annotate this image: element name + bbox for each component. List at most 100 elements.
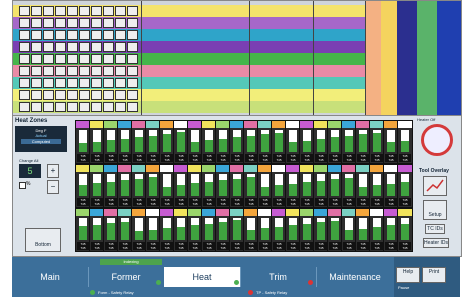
heater-cell[interactable] xyxy=(43,66,54,76)
heater-cell[interactable] xyxy=(103,90,114,100)
heater-cell[interactable] xyxy=(55,90,66,100)
tc-ids-button[interactable]: TC IDs xyxy=(425,224,445,234)
heater-cell[interactable] xyxy=(127,78,138,88)
heater-cell[interactable] xyxy=(127,42,138,52)
heater-cell[interactable] xyxy=(79,42,90,52)
heater-cell[interactable] xyxy=(19,30,30,40)
heater-cell[interactable] xyxy=(43,102,54,112)
heater-cell[interactable] xyxy=(91,42,102,52)
heater-cell[interactable] xyxy=(127,6,138,16)
heater-cell[interactable] xyxy=(79,6,90,16)
heater-cell[interactable] xyxy=(79,90,90,100)
heater-cell[interactable] xyxy=(43,78,54,88)
heater-cell[interactable] xyxy=(103,42,114,52)
bottom-button[interactable]: Bottom xyxy=(25,228,61,252)
heat-zone[interactable]: 745 745 xyxy=(397,120,413,164)
heater-cell[interactable] xyxy=(67,102,78,112)
heater-cell[interactable] xyxy=(91,54,102,64)
heater-cell[interactable] xyxy=(67,30,78,40)
heater-cell[interactable] xyxy=(115,78,126,88)
heater-cell[interactable] xyxy=(91,90,102,100)
heater-cell[interactable] xyxy=(115,66,126,76)
heat-zone[interactable]: 745 745 xyxy=(397,208,413,252)
tab-former[interactable]: Former xyxy=(88,267,165,287)
heater-cell[interactable] xyxy=(67,42,78,52)
heater-cell[interactable] xyxy=(103,6,114,16)
heater-cell[interactable] xyxy=(127,30,138,40)
heater-cell[interactable] xyxy=(55,42,66,52)
heater-cell[interactable] xyxy=(55,102,66,112)
heater-ids-button[interactable]: Heater IDs xyxy=(423,238,449,248)
heater-cell[interactable] xyxy=(55,78,66,88)
decrease-button[interactable]: − xyxy=(47,180,59,194)
heater-cell[interactable] xyxy=(103,54,114,64)
heater-cell[interactable] xyxy=(19,90,30,100)
heater-cell[interactable] xyxy=(91,66,102,76)
heater-cell[interactable] xyxy=(103,18,114,28)
heater-cell[interactable] xyxy=(127,66,138,76)
heater-cell[interactable] xyxy=(103,102,114,112)
heater-cell[interactable] xyxy=(115,42,126,52)
heater-cell[interactable] xyxy=(103,78,114,88)
heater-cell[interactable] xyxy=(43,30,54,40)
change-all-value[interactable]: 5 xyxy=(19,164,41,178)
print-button[interactable]: Print xyxy=(422,267,446,283)
heat-zone[interactable]: 745 745 xyxy=(397,164,413,208)
heater-cell[interactable] xyxy=(79,18,90,28)
heater-cell[interactable] xyxy=(115,6,126,16)
heater-cell[interactable] xyxy=(67,90,78,100)
heater-cell[interactable] xyxy=(103,66,114,76)
heater-cell[interactable] xyxy=(31,18,42,28)
heater-cell[interactable] xyxy=(55,54,66,64)
heater-cell[interactable] xyxy=(31,54,42,64)
heater-cell[interactable] xyxy=(91,102,102,112)
tab-main[interactable]: Main xyxy=(12,267,89,287)
heater-cell[interactable] xyxy=(55,66,66,76)
heater-cell[interactable] xyxy=(67,66,78,76)
heater-cell[interactable] xyxy=(103,30,114,40)
heater-cell[interactable] xyxy=(127,102,138,112)
heater-cell[interactable] xyxy=(79,30,90,40)
increase-button[interactable]: + xyxy=(47,164,59,178)
heater-cell[interactable] xyxy=(43,6,54,16)
heater-cell[interactable] xyxy=(79,54,90,64)
heater-cell[interactable] xyxy=(55,6,66,16)
heater-off-button[interactable] xyxy=(421,124,453,156)
heater-cell[interactable] xyxy=(43,42,54,52)
heater-cell[interactable] xyxy=(19,66,30,76)
heater-cell[interactable] xyxy=(79,66,90,76)
heater-cell[interactable] xyxy=(19,54,30,64)
heater-cell[interactable] xyxy=(19,18,30,28)
heater-cell[interactable] xyxy=(43,18,54,28)
tab-maintenance[interactable]: Maintenance xyxy=(316,267,395,287)
help-button[interactable]: Help xyxy=(396,267,420,283)
heater-cell[interactable] xyxy=(43,90,54,100)
heater-cell[interactable] xyxy=(67,54,78,64)
heater-cell[interactable] xyxy=(79,78,90,88)
heater-cell[interactable] xyxy=(19,78,30,88)
heater-cell[interactable] xyxy=(31,42,42,52)
heater-cell[interactable] xyxy=(67,6,78,16)
heater-cell[interactable] xyxy=(31,6,42,16)
heater-cell[interactable] xyxy=(67,78,78,88)
heater-cell[interactable] xyxy=(67,18,78,28)
setup-button[interactable]: Setup xyxy=(423,200,447,220)
heater-cell[interactable] xyxy=(127,90,138,100)
percent-checkbox[interactable] xyxy=(19,182,26,189)
heater-cell[interactable] xyxy=(19,102,30,112)
heater-cell[interactable] xyxy=(91,18,102,28)
heater-cell[interactable] xyxy=(55,18,66,28)
heater-cell[interactable] xyxy=(55,30,66,40)
heater-cell[interactable] xyxy=(115,90,126,100)
heater-cell[interactable] xyxy=(127,18,138,28)
heater-cell[interactable] xyxy=(115,30,126,40)
tab-heat[interactable]: Heat xyxy=(164,267,241,287)
heater-cell[interactable] xyxy=(91,78,102,88)
heater-cell[interactable] xyxy=(31,30,42,40)
heater-cell[interactable] xyxy=(79,102,90,112)
heater-cell[interactable] xyxy=(115,18,126,28)
heater-cell[interactable] xyxy=(31,78,42,88)
tool-overlay-button[interactable] xyxy=(423,176,447,196)
heater-cell[interactable] xyxy=(115,54,126,64)
heater-cell[interactable] xyxy=(127,54,138,64)
